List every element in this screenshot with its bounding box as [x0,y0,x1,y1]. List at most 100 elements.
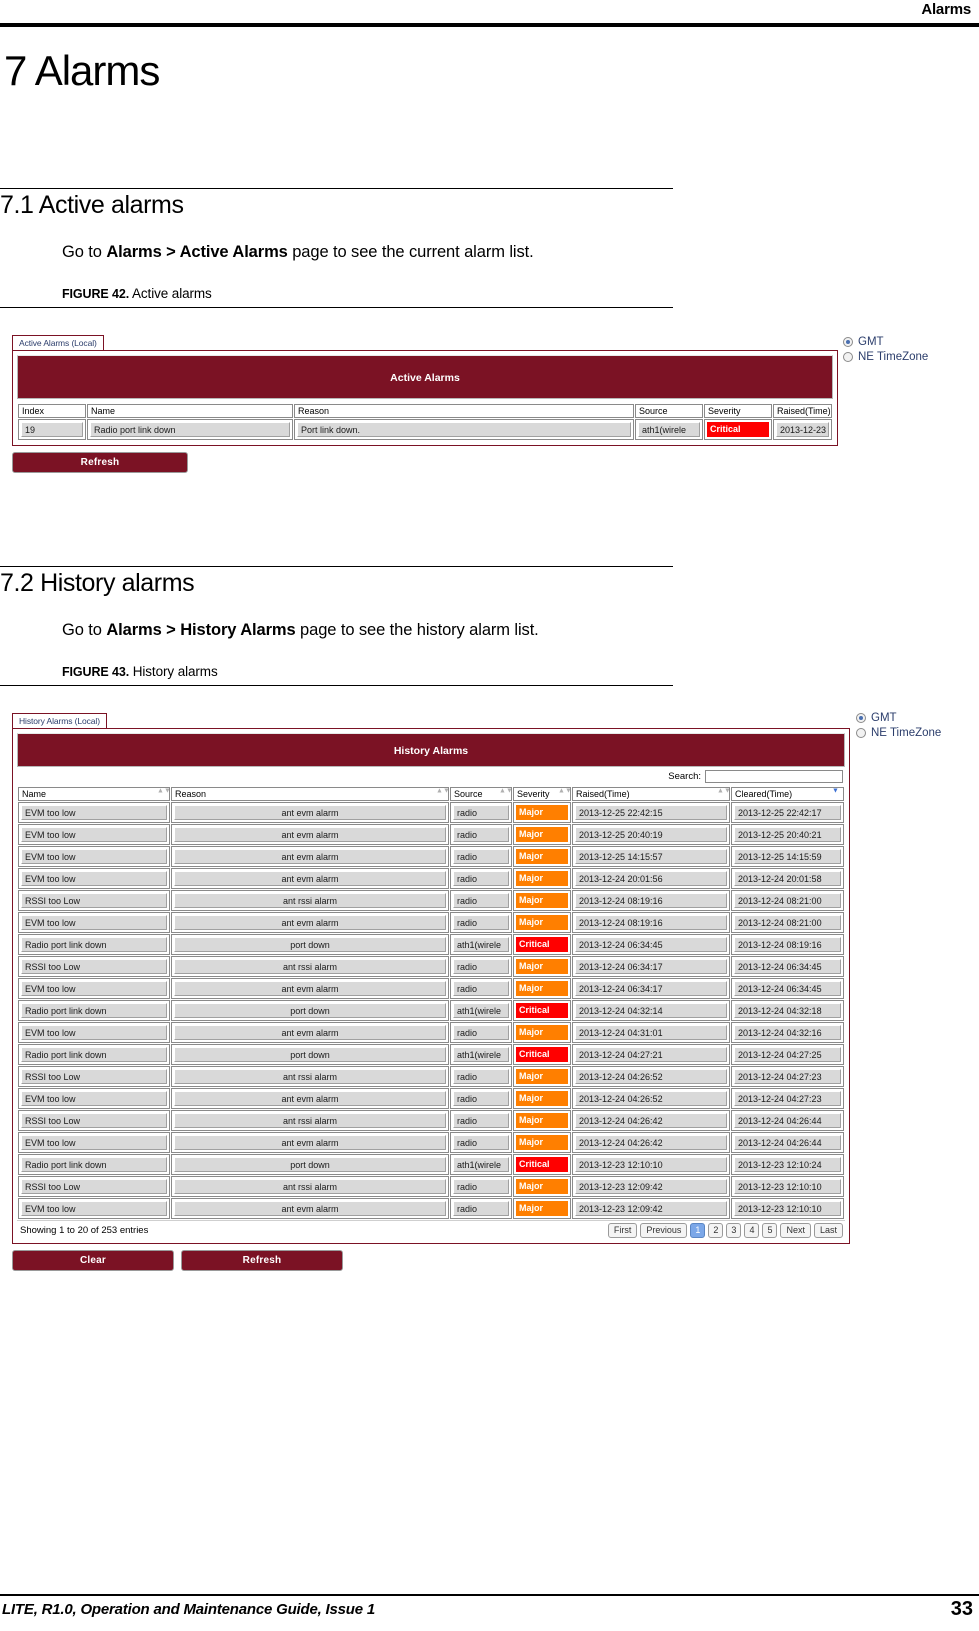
pager-next-button[interactable]: Next [780,1223,811,1238]
sort-arrows-icon[interactable] [558,788,570,800]
table-row[interactable]: EVM too low ant evm alarm radio Major 2013-1… [18,978,844,999]
column-header-raised-time[interactable]: Raised(Time) [773,404,832,418]
value-raised-time: 2013-12-24 06:34:17 [575,981,727,996]
table-row[interactable]: Radio port link down port down ath1(wirele… [18,1000,844,1021]
timezone-option-gmt[interactable]: GMT [843,336,928,348]
cell-reason: port down [171,1154,449,1175]
cell-raised: 2013-12-24 04:26:52 [572,1066,730,1087]
pager-page-3[interactable]: 3 [726,1223,742,1238]
value-name: EVM too low [21,915,167,930]
table-row[interactable]: Radio port link down port down ath1(wirele… [18,934,844,955]
table-row[interactable]: EVM too low ant evm alarm radio Major 2013-1… [18,1132,844,1153]
tab-history-alarms-local[interactable]: History Alarms (Local) [12,713,107,728]
history-alarms-action-buttons: Clear Refresh [12,1250,850,1271]
value-name: Radio port link down [21,1157,167,1172]
table-row[interactable]: EVM too low ant evm alarm radio Major 2013-1… [18,824,844,845]
pager-previous-button[interactable]: Previous [640,1223,688,1238]
status-badge-severity: Major [516,959,568,974]
table-row[interactable]: RSSI too Low ant rssi alarm radio Major 2013… [18,890,844,911]
table-row[interactable]: EVM too low ant evm alarm radio Major 2013-1… [18,1198,844,1219]
active-alarms-box: Active Alarms Index Name Reason Source S… [12,350,838,446]
cell-reason: ant evm alarm [171,1198,449,1219]
timezone-label-ne: NE TimeZone [858,351,929,363]
search-input[interactable] [705,770,843,783]
radio-gmt-icon[interactable] [856,713,866,723]
column-header-severity[interactable]: Severity [513,787,571,801]
column-header-cleared-time[interactable]: Cleared(Time) [731,787,844,801]
value-raised-time: 2013-12-24 04:27:21 [575,1047,727,1062]
table-row[interactable]: Radio port link down port down ath1(wirele… [18,1044,844,1065]
column-header-source[interactable]: Source [450,787,512,801]
para-suffix: page to see the history alarm list. [295,620,539,639]
column-header-reason[interactable]: Reason [294,404,634,418]
timezone-option-gmt[interactable]: GMT [856,712,941,724]
column-header-severity[interactable]: Severity [704,404,772,418]
table-row[interactable]: EVM too low ant evm alarm radio Major 2013-1… [18,846,844,867]
column-header-index[interactable]: Index [18,404,86,418]
cell-reason: ant evm alarm [171,978,449,999]
sort-arrows-icon[interactable] [717,788,729,800]
radio-gmt-icon[interactable] [843,337,853,347]
column-header-reason[interactable]: Reason [171,787,449,801]
table-row[interactable]: Radio port link down port down ath1(wirele… [18,1154,844,1175]
pager-page-4[interactable]: 4 [744,1223,760,1238]
cell-severity: Major [513,802,571,823]
table-row[interactable]: EVM too low ant evm alarm radio Major 2013-1… [18,912,844,933]
cell-source: radio [450,890,512,911]
table-row[interactable]: RSSI too Low ant rssi alarm radio Major 2013… [18,1176,844,1197]
radio-ne-timezone-icon[interactable] [843,352,853,362]
sort-arrows-icon[interactable] [436,788,448,800]
cell-name: Radio port link down [18,934,170,955]
refresh-button[interactable]: Refresh [12,452,188,473]
cell-severity: Major [513,824,571,845]
timezone-option-ne[interactable]: NE TimeZone [843,351,928,363]
table-row[interactable]: RSSI too Low ant rssi alarm radio Major 2013… [18,956,844,977]
value-cleared-time: 2013-12-23 12:10:10 [734,1179,841,1194]
value-source: ath1(wirele [453,1047,509,1062]
refresh-button[interactable]: Refresh [181,1250,343,1271]
pager-page-1[interactable]: 1 [690,1223,706,1238]
cell-severity: Major [513,1110,571,1131]
history-alarms-table-footer: Showing 1 to 20 of 253 entries First Pre… [17,1220,845,1239]
tab-active-alarms-local[interactable]: Active Alarms (Local) [12,335,104,350]
column-header-name[interactable]: Name [18,787,170,801]
table-row[interactable]: RSSI too Low ant rssi alarm radio Major 2013… [18,1110,844,1131]
table-row[interactable]: 19 Radio port link down Port link down. … [18,419,832,440]
cell-source: radio [450,1198,512,1219]
sort-arrow-descending-icon[interactable] [831,788,840,800]
value-cleared-time: 2013-12-24 04:32:16 [734,1025,841,1040]
active-alarms-ui-panel: Active Alarms (Local) Active Alarms Inde… [12,332,838,473]
value-name: Radio port link down [21,1003,167,1018]
cell-severity: Critical [513,934,571,955]
cell-severity: Major [513,1132,571,1153]
value-cleared-time: 2013-12-25 22:42:17 [734,805,841,820]
column-header-name[interactable]: Name [87,404,293,418]
column-header-raised-time[interactable]: Raised(Time) [572,787,730,801]
pager-last-button[interactable]: Last [813,1223,843,1238]
active-alarms-table: Index Name Reason Source Severity Raised… [17,403,833,441]
value-reason: Port link down. [297,422,631,437]
clear-button[interactable]: Clear [12,1250,174,1271]
value-reason: ant evm alarm [174,827,446,842]
column-header-source[interactable]: Source [635,404,703,418]
sort-arrows-icon[interactable] [499,788,511,800]
radio-ne-timezone-icon[interactable] [856,728,866,738]
pager-page-2[interactable]: 2 [708,1223,724,1238]
history-alarms-tabstrip: History Alarms (Local) [12,710,850,728]
value-name: EVM too low [21,981,167,996]
cell-source: radio [450,846,512,867]
table-row[interactable]: EVM too low ant evm alarm radio Major 2013-1… [18,802,844,823]
value-source: ath1(wirele [638,422,700,437]
active-alarms-header-row: Index Name Reason Source Severity Raised… [18,404,832,418]
pager-first-button[interactable]: First [607,1223,638,1238]
table-row[interactable]: EVM too low ant evm alarm radio Major 2013-1… [18,1022,844,1043]
pager-page-5[interactable]: 5 [762,1223,778,1238]
table-row[interactable]: RSSI too Low ant rssi alarm radio Major 2013… [18,1066,844,1087]
value-source: ath1(wirele [453,1003,509,1018]
value-name: RSSI too Low [21,1069,167,1084]
timezone-option-ne[interactable]: NE TimeZone [856,727,941,739]
sort-arrows-icon[interactable] [157,788,169,800]
table-row[interactable]: EVM too low ant evm alarm radio Major 2013-1… [18,1088,844,1109]
table-row[interactable]: EVM too low ant evm alarm radio Major 2013-1… [18,868,844,889]
value-raised-time: 2013-12-23 12:09:42 [575,1179,727,1194]
